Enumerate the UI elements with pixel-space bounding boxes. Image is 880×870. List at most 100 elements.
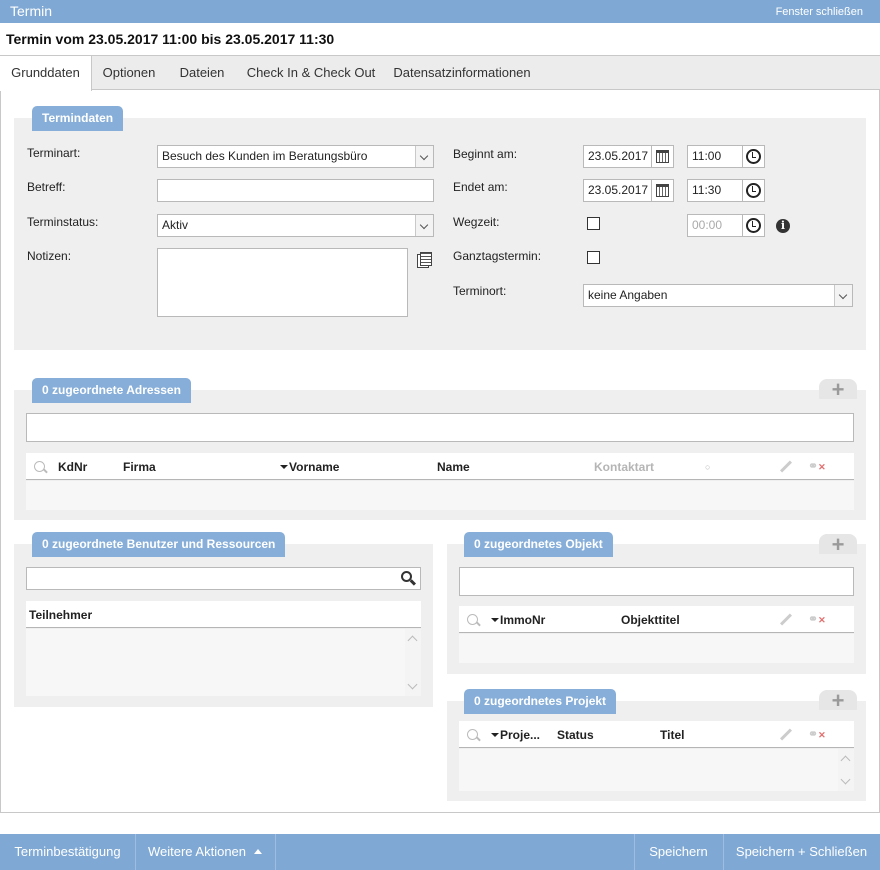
- projekt-grid-header: Proje... Status Titel ⚭✕: [459, 721, 854, 748]
- column-projekt[interactable]: Proje...: [491, 728, 540, 742]
- betreff-input[interactable]: [157, 179, 434, 202]
- terminort-value: keine Angaben: [588, 288, 668, 302]
- save-close-button[interactable]: Speichern + Schließen: [723, 834, 880, 870]
- endet-calendar-button[interactable]: [652, 179, 674, 202]
- unlink-icon[interactable]: ⚭✕: [808, 459, 826, 473]
- adressen-grid-body: [26, 481, 854, 510]
- unlink-icon[interactable]: ⚭✕: [808, 727, 826, 741]
- caret-up-icon: [254, 849, 263, 854]
- tab-bar: Grunddaten Optionen Dateien Check In & C…: [0, 55, 880, 91]
- chevron-down-icon: [415, 215, 433, 236]
- terminbestaetigung-button[interactable]: Terminbestätigung: [0, 834, 135, 870]
- column-titel[interactable]: Titel: [660, 728, 684, 742]
- tab-check-in-out[interactable]: Check In & Check Out: [238, 56, 384, 90]
- chevron-up-icon: [840, 755, 851, 766]
- column-kdnr[interactable]: KdNr: [58, 460, 87, 474]
- ganztags-checkbox[interactable]: [587, 251, 600, 264]
- column-vorname[interactable]: Vorname: [280, 460, 339, 474]
- wegzeit-clock-button[interactable]: [743, 214, 765, 237]
- endet-date-input[interactable]: 23.05.2017: [583, 179, 652, 202]
- column-status[interactable]: Status: [557, 728, 594, 742]
- betreff-label: Betreff:: [27, 180, 66, 194]
- footer-bar: Terminbestätigung Weitere Aktionen Speic…: [0, 834, 880, 870]
- close-window-link[interactable]: Fenster schließen: [776, 6, 863, 18]
- search-icon[interactable]: [401, 570, 417, 586]
- objekt-grid-header: ImmoNr Objekttitel ⚭✕: [459, 606, 854, 633]
- window-title: Termin: [10, 3, 53, 19]
- terminart-select[interactable]: Besuch des Kunden im Beratungsbüro: [157, 145, 434, 168]
- sort-desc-icon: [491, 733, 499, 737]
- endet-clock-button[interactable]: [743, 179, 765, 202]
- endet-time-input[interactable]: 11:30: [687, 179, 743, 202]
- beginnt-label: Beginnt am:: [453, 147, 518, 161]
- tab-grunddaten[interactable]: Grunddaten: [0, 56, 92, 91]
- benutzer-search-input[interactable]: [26, 567, 421, 590]
- pencil-icon[interactable]: [779, 460, 793, 473]
- beginnt-clock-button[interactable]: [743, 145, 765, 168]
- dot-icon: ○: [705, 462, 711, 472]
- search-icon[interactable]: [467, 614, 478, 625]
- endet-label: Endet am:: [453, 180, 508, 194]
- terminstatus-select[interactable]: Aktiv: [157, 214, 434, 237]
- info-icon[interactable]: i: [776, 219, 790, 233]
- chevron-down-icon: [415, 146, 433, 167]
- terminart-label: Terminart:: [27, 146, 81, 160]
- notes-template-icon[interactable]: [416, 251, 434, 269]
- sort-desc-icon: [280, 465, 288, 469]
- termindaten-title: Termindaten: [32, 106, 124, 131]
- benutzer-scrollbar[interactable]: [405, 629, 421, 696]
- clock-icon: [746, 218, 761, 233]
- column-teilnehmer[interactable]: Teilnehmer: [29, 608, 92, 622]
- clock-icon: [746, 183, 761, 198]
- terminort-select[interactable]: keine Angaben: [583, 284, 853, 307]
- clock-icon: [746, 149, 761, 164]
- objekt-search-input[interactable]: [459, 567, 854, 596]
- ganztags-label: Ganztagstermin:: [453, 249, 542, 263]
- wegzeit-label: Wegzeit:: [453, 215, 500, 229]
- calendar-icon: [656, 184, 669, 197]
- notizen-textarea[interactable]: [157, 248, 408, 317]
- column-name[interactable]: Name: [437, 460, 470, 474]
- weitere-aktionen-button[interactable]: Weitere Aktionen: [135, 834, 275, 870]
- add-projekt-icon[interactable]: +: [819, 690, 857, 712]
- page-title: Termin vom 23.05.2017 11:00 bis 23.05.20…: [6, 31, 335, 47]
- chevron-down-icon: [834, 285, 852, 306]
- column-projekt-label: Proje...: [500, 728, 541, 742]
- search-icon[interactable]: [34, 461, 45, 472]
- adressen-title: 0 zugeordnete Adressen: [32, 378, 191, 403]
- chevron-down-icon: [407, 679, 418, 690]
- column-vorname-label: Vorname: [289, 460, 340, 474]
- projekt-grid-body: [459, 749, 854, 791]
- objekt-grid-body: [459, 634, 854, 663]
- terminstatus-label: Terminstatus:: [27, 215, 99, 229]
- projekt-scrollbar[interactable]: [838, 749, 854, 791]
- pencil-icon[interactable]: [779, 728, 793, 741]
- save-button[interactable]: Speichern: [634, 834, 723, 870]
- column-immonr[interactable]: ImmoNr: [491, 613, 545, 627]
- beginnt-date-input[interactable]: 23.05.2017: [583, 145, 652, 168]
- calendar-icon: [656, 150, 669, 163]
- unlink-icon[interactable]: ⚭✕: [808, 612, 826, 626]
- wegzeit-checkbox[interactable]: [587, 217, 600, 230]
- add-objekt-icon[interactable]: +: [819, 534, 857, 556]
- beginnt-calendar-button[interactable]: [652, 145, 674, 168]
- column-kontaktart[interactable]: Kontaktart: [594, 460, 654, 474]
- wegzeit-time-input[interactable]: 00:00: [687, 214, 743, 237]
- beginnt-time-input[interactable]: 11:00: [687, 145, 743, 168]
- adressen-search-input[interactable]: [26, 413, 854, 442]
- tab-datensatzinformationen[interactable]: Datensatzinformationen: [384, 56, 540, 90]
- objekt-title: 0 zugeordnetes Objekt: [464, 532, 613, 557]
- column-firma[interactable]: Firma: [123, 460, 156, 474]
- sort-desc-icon: [491, 618, 499, 622]
- pencil-icon[interactable]: [779, 613, 793, 626]
- terminart-value: Besuch des Kunden im Beratungsbüro: [162, 149, 368, 163]
- search-icon[interactable]: [467, 729, 478, 740]
- benutzer-grid-body: [26, 629, 421, 696]
- window-titlebar: Termin Fenster schließen: [0, 0, 880, 23]
- add-adresse-icon[interactable]: +: [819, 379, 857, 401]
- tab-dateien[interactable]: Dateien: [166, 56, 238, 90]
- column-objekttitel[interactable]: Objekttitel: [621, 613, 680, 627]
- tab-optionen[interactable]: Optionen: [92, 56, 166, 90]
- column-immonr-label: ImmoNr: [500, 613, 546, 627]
- benutzer-title: 0 zugeordnete Benutzer und Ressourcen: [32, 532, 286, 557]
